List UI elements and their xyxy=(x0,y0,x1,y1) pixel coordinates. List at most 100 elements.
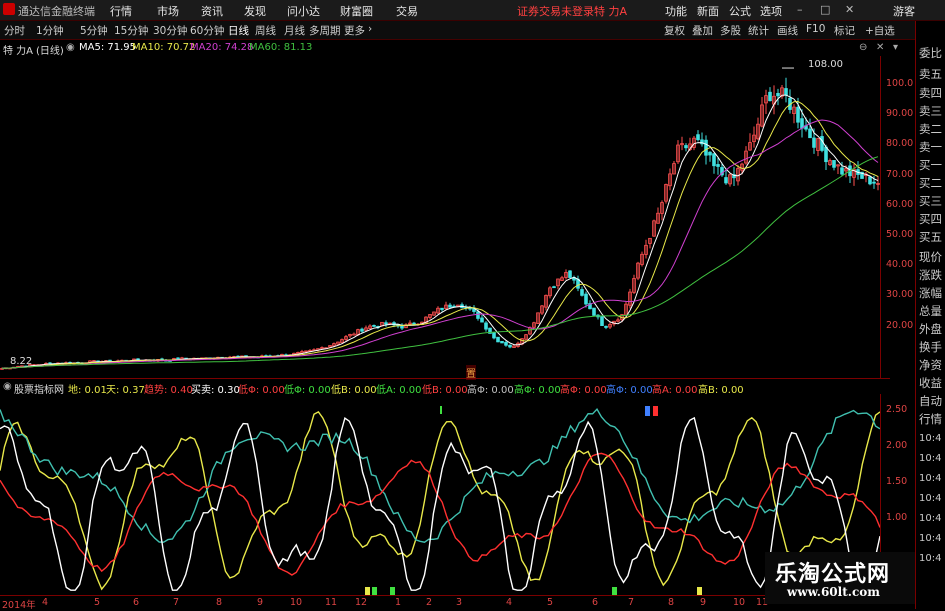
tab-daily[interactable]: 日线 xyxy=(228,23,249,38)
signal-marker xyxy=(612,587,617,595)
price-tick: 100.0 xyxy=(886,78,914,89)
menu-jiaoyi[interactable]: 交易 xyxy=(396,3,418,19)
candle-body xyxy=(476,311,480,319)
panel-earnings[interactable]: 收益 xyxy=(919,375,942,391)
btn-fuquan[interactable]: 复权 xyxy=(664,23,685,38)
date-tick: 1 xyxy=(395,597,402,608)
indicator-chart[interactable] xyxy=(0,394,880,595)
menu-xinmian[interactable]: 新面 xyxy=(697,3,719,19)
candle-body xyxy=(580,289,584,296)
candle-body xyxy=(440,307,444,310)
date-tick: 9 xyxy=(257,597,264,608)
chart-close-icon[interactable]: ✕ xyxy=(876,42,884,53)
panel-buy3[interactable]: 买三 xyxy=(919,193,942,209)
candle-body xyxy=(784,88,788,96)
menu-shichang[interactable]: 市场 xyxy=(157,3,179,19)
panel-auto[interactable]: 自动 xyxy=(919,393,942,409)
date-tick: 5 xyxy=(547,597,554,608)
ma5-value: MA5: 71.95 xyxy=(79,42,137,53)
date-tick: 9 xyxy=(700,597,707,608)
menu-wenxiaoda[interactable]: 问小达 xyxy=(287,3,320,19)
menu-gongneng[interactable]: 功能 xyxy=(665,3,687,19)
signal-marker xyxy=(365,587,370,595)
more-arrow-icon[interactable]: › xyxy=(368,23,372,35)
indicator-info-line: ◉ 股票指标网 地: 0.01 天: 0.37 趋势: 0.40 买卖: 0.3… xyxy=(0,378,890,396)
low-price-label: 8.22 xyxy=(10,356,33,367)
panel-quote[interactable]: 行情 xyxy=(919,411,942,427)
settings-icon[interactable]: ◉ xyxy=(66,42,75,53)
panel-volume[interactable]: 总量 xyxy=(919,303,942,319)
menu-caifuquan[interactable]: 财富圈 xyxy=(340,3,373,19)
panel-outer[interactable]: 外盘 xyxy=(919,321,942,337)
candle-body xyxy=(724,177,728,184)
close-icon[interactable]: ✕ xyxy=(845,3,854,16)
panel-sell2[interactable]: 卖二 xyxy=(919,121,942,137)
candle-body xyxy=(496,336,500,343)
tab-15min[interactable]: 15分钟 xyxy=(114,23,148,38)
btn-tongji[interactable]: 统计 xyxy=(748,23,769,38)
menu-bar: 通达信金融终端 行情 市场 资讯 发现 问小达 财富圈 交易 证券交易未登录 特… xyxy=(0,0,945,21)
btn-f10[interactable]: F10 xyxy=(806,23,825,35)
candle-body xyxy=(448,304,452,308)
candle-body xyxy=(480,317,484,323)
candle-body xyxy=(808,128,812,139)
panel-buy5[interactable]: 买五 xyxy=(919,229,942,245)
guest-label[interactable]: 游客 xyxy=(893,3,915,19)
date-tick: 6 xyxy=(592,597,599,608)
panel-buy1[interactable]: 买一 xyxy=(919,157,942,173)
btn-biaoji[interactable]: 标记 xyxy=(834,23,855,38)
menu-faxian[interactable]: 发现 xyxy=(244,3,266,19)
tab-1min[interactable]: 1分钟 xyxy=(36,23,64,38)
menu-gongshi[interactable]: 公式 xyxy=(729,3,751,19)
ma20-value: MA20: 74.28 xyxy=(190,42,254,53)
panel-weibi[interactable]: 委比 xyxy=(919,45,942,61)
candle-body xyxy=(768,91,772,102)
maximize-icon[interactable]: □ xyxy=(820,3,830,16)
panel-net-assets[interactable]: 净资 xyxy=(919,357,942,373)
btn-duogu[interactable]: 多股 xyxy=(720,23,741,38)
candlestick-chart[interactable] xyxy=(0,56,890,378)
ma-info-line: 特 力A (日线) ◉ MA5: 71.95 MA10: 70.72 MA20:… xyxy=(0,40,915,57)
tab-fenshi[interactable]: 分时 xyxy=(4,23,25,38)
date-tick: 10 xyxy=(733,597,746,608)
panel-sell1[interactable]: 卖一 xyxy=(919,139,942,155)
minimize-icon[interactable]: – xyxy=(797,3,803,16)
signal-marker xyxy=(653,406,658,416)
ma-line-ma10 xyxy=(1,100,879,369)
date-tick: 10 xyxy=(290,597,303,608)
tab-multi-period[interactable]: 多周期 xyxy=(309,23,341,38)
panel-price[interactable]: 现价 xyxy=(919,249,942,265)
panel-turnover[interactable]: 换手 xyxy=(919,339,942,355)
tab-30min[interactable]: 30分钟 xyxy=(153,23,187,38)
price-tick: 70.00 xyxy=(886,169,914,180)
btn-huaxian[interactable]: 画线 xyxy=(777,23,798,38)
btn-diejia[interactable]: 叠加 xyxy=(692,23,713,38)
menu-zixun[interactable]: 资讯 xyxy=(201,3,223,19)
login-status[interactable]: 证券交易未登录 xyxy=(517,3,594,19)
panel-sell4[interactable]: 卖四 xyxy=(919,85,942,101)
tab-5min[interactable]: 5分钟 xyxy=(80,23,108,38)
btn-add-favorite[interactable]: +自选 xyxy=(865,23,895,38)
ma-line-ma60 xyxy=(1,156,879,369)
candle-body xyxy=(800,118,804,129)
panel-sell5[interactable]: 卖五 xyxy=(919,66,942,82)
panel-buy2[interactable]: 买二 xyxy=(919,175,942,191)
price-tick: 90.00 xyxy=(886,108,914,119)
candle-body xyxy=(592,307,596,316)
signal-marker xyxy=(372,587,377,595)
panel-buy4[interactable]: 买四 xyxy=(919,211,942,227)
panel-change[interactable]: 涨跌 xyxy=(919,267,942,283)
tab-monthly[interactable]: 月线 xyxy=(284,23,305,38)
chart-dropdown-icon[interactable]: ▾ xyxy=(893,42,898,53)
menu-hangqing[interactable]: 行情 xyxy=(110,3,132,19)
tab-weekly[interactable]: 周线 xyxy=(255,23,276,38)
panel-change-pct[interactable]: 涨幅 xyxy=(919,285,942,301)
chart-minus-icon[interactable]: ⊖ xyxy=(859,42,867,53)
candle-body xyxy=(872,181,876,184)
candle-body xyxy=(504,341,508,346)
tab-60min[interactable]: 60分钟 xyxy=(190,23,224,38)
tab-more[interactable]: 更多 xyxy=(344,23,365,38)
indicator-settings-icon[interactable]: ◉ xyxy=(3,381,12,392)
menu-xuanxiang[interactable]: 选项 xyxy=(760,3,782,19)
panel-sell3[interactable]: 卖三 xyxy=(919,103,942,119)
